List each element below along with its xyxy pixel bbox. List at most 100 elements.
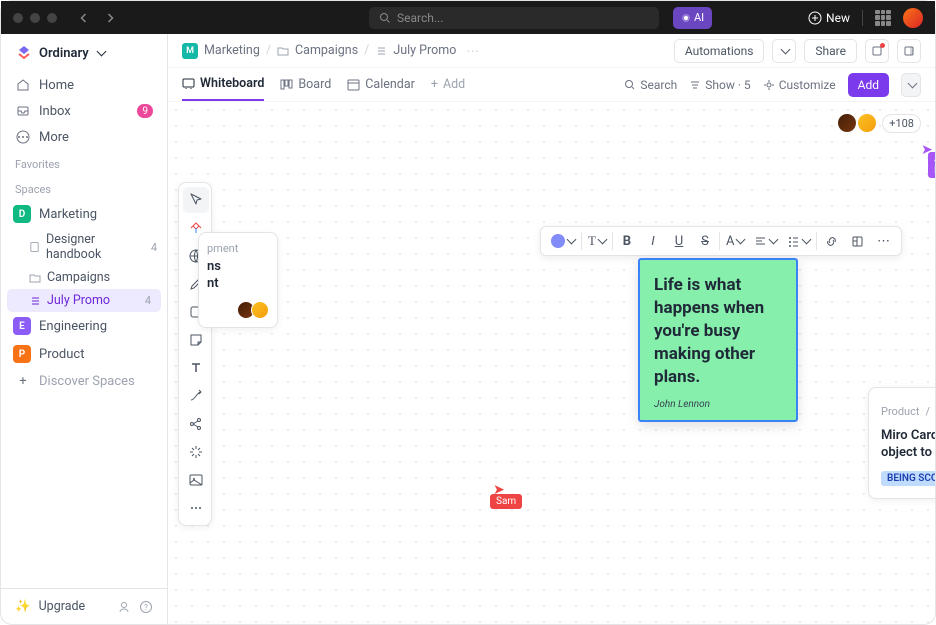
workspace-switcher[interactable]: Ordinary xyxy=(1,34,167,72)
tab-board[interactable]: Board xyxy=(280,68,331,101)
tool-mindmap[interactable] xyxy=(183,411,209,437)
plus-icon: + xyxy=(15,373,31,389)
list-designer-handbook[interactable]: Designer handbook 4 xyxy=(1,228,167,266)
format-more[interactable]: ⋯ xyxy=(871,229,895,253)
window-controls[interactable] xyxy=(13,13,57,23)
sticky-quote: Life is what happens when you're busy ma… xyxy=(654,274,782,389)
presence-more[interactable]: +108 xyxy=(882,114,921,133)
assignee-avatars xyxy=(241,301,269,319)
breadcrumb-separator: / xyxy=(364,43,369,58)
tool-more[interactable] xyxy=(183,495,209,521)
tool-select[interactable] xyxy=(183,187,209,213)
format-toolbar: T B I U S A ⋯ xyxy=(540,226,902,256)
search-view-button[interactable]: Search xyxy=(624,78,677,92)
format-bold[interactable]: B xyxy=(615,229,639,253)
format-underline[interactable]: U xyxy=(667,229,691,253)
inbox-badge: 9 xyxy=(137,104,153,118)
breadcrumb-folder[interactable]: Campaigns xyxy=(295,43,358,58)
tool-connector[interactable] xyxy=(183,383,209,409)
list-july-promo[interactable]: July Promo 4 xyxy=(7,289,161,312)
calendar-icon xyxy=(347,78,360,91)
tool-text[interactable] xyxy=(183,355,209,381)
space-badge: M xyxy=(182,43,198,59)
format-color[interactable] xyxy=(547,229,579,253)
presence-avatars[interactable]: +108 xyxy=(842,112,921,134)
person-icon[interactable] xyxy=(117,600,131,614)
upgrade-button[interactable]: Upgrade xyxy=(39,599,86,614)
share-button[interactable]: Share xyxy=(804,39,857,63)
format-link[interactable] xyxy=(819,229,843,253)
view-tabs: Whiteboard Board Calendar + Add Search S… xyxy=(168,68,935,102)
tab-calendar[interactable]: Calendar xyxy=(347,68,415,101)
titlebar: Search... AI New xyxy=(1,1,935,34)
customize-button[interactable]: Customize xyxy=(763,78,836,92)
cursor-label-john: John Doe xyxy=(928,152,935,178)
divider xyxy=(862,10,863,26)
sparkle-icon xyxy=(681,13,691,23)
nav-back-button[interactable] xyxy=(73,7,95,29)
format-align[interactable] xyxy=(750,229,781,253)
list-icon xyxy=(29,295,41,307)
whiteboard-canvas[interactable]: +108 ➤ John Doe ➤ Joseph D. ➤ xyxy=(168,102,935,624)
add-button[interactable]: Add xyxy=(848,73,889,97)
card-breadcrumb: Product xyxy=(881,405,919,418)
clickup-logo-icon xyxy=(15,44,33,62)
help-icon[interactable]: ? xyxy=(139,600,153,614)
add-chevron-button[interactable] xyxy=(901,73,921,97)
tool-image[interactable] xyxy=(183,467,209,493)
cursor-label-sam: Sam xyxy=(490,494,522,509)
tab-add-view[interactable]: + Add xyxy=(431,68,465,101)
sidebar: Ordinary Home Inbox 9 More Favorites Spa… xyxy=(1,34,168,624)
automations-button[interactable]: Automations xyxy=(674,39,765,63)
automations-chevron[interactable] xyxy=(772,39,796,63)
card-title: Miro Cards | Convert Miro object to Clic… xyxy=(881,428,935,462)
tool-ai[interactable] xyxy=(183,439,209,465)
format-italic[interactable]: I xyxy=(641,229,665,253)
space-engineering[interactable]: E Engineering xyxy=(1,312,167,340)
chevron-down-icon xyxy=(95,46,105,61)
plus-icon: + xyxy=(431,77,438,92)
folder-icon xyxy=(29,272,41,284)
format-font[interactable]: T xyxy=(584,229,610,253)
sidebar-item-home[interactable]: Home xyxy=(1,72,167,98)
discover-spaces[interactable]: + Discover Spaces xyxy=(1,368,167,394)
plus-circle-icon xyxy=(808,11,822,25)
apps-grid-icon[interactable] xyxy=(875,10,891,26)
list-campaigns[interactable]: Campaigns xyxy=(1,266,167,289)
format-task[interactable] xyxy=(845,229,869,253)
space-product[interactable]: P Product xyxy=(1,340,167,368)
notifications-button[interactable] xyxy=(865,39,889,63)
space-marketing[interactable]: D Marketing xyxy=(1,200,167,228)
breadcrumb-separator: / xyxy=(266,43,271,58)
user-avatar[interactable] xyxy=(903,8,923,28)
search-input[interactable]: Search... xyxy=(369,7,659,29)
spaces-section-label: Spaces xyxy=(1,175,167,200)
breadcrumb-bar: M Marketing / Campaigns / July Promo ⋯ A… xyxy=(168,34,935,68)
format-strike[interactable]: S xyxy=(693,229,717,253)
ai-button[interactable]: AI xyxy=(673,7,712,29)
format-list[interactable] xyxy=(783,229,814,253)
sticky-note[interactable]: Life is what happens when you're busy ma… xyxy=(638,258,798,422)
sidebar-item-more[interactable]: More xyxy=(1,124,167,150)
home-icon xyxy=(15,77,31,93)
doc-icon xyxy=(29,241,40,253)
content-area: M Marketing / Campaigns / July Promo ⋯ A… xyxy=(168,34,935,624)
panel-button[interactable] xyxy=(897,39,921,63)
breadcrumb-space[interactable]: Marketing xyxy=(204,43,260,58)
whiteboard-icon xyxy=(182,77,195,90)
task-card[interactable]: Product/ .../ Member Development Miro Ca… xyxy=(868,387,935,499)
task-card-partial[interactable]: pment nsnt xyxy=(198,232,278,328)
inbox-icon xyxy=(15,103,31,119)
space-color-icon: D xyxy=(13,205,31,223)
tab-whiteboard[interactable]: Whiteboard xyxy=(182,68,264,101)
format-text-color[interactable]: A xyxy=(722,229,748,253)
breadcrumb-page[interactable]: July Promo xyxy=(393,43,456,58)
more-icon[interactable]: ⋯ xyxy=(466,43,479,59)
show-button[interactable]: Show · 5 xyxy=(689,78,750,92)
search-placeholder: Search... xyxy=(397,11,443,25)
new-button[interactable]: New xyxy=(808,11,850,25)
tool-sticky[interactable] xyxy=(183,327,209,353)
search-icon xyxy=(624,79,636,91)
sidebar-item-inbox[interactable]: Inbox 9 xyxy=(1,98,167,124)
nav-forward-button[interactable] xyxy=(99,7,121,29)
